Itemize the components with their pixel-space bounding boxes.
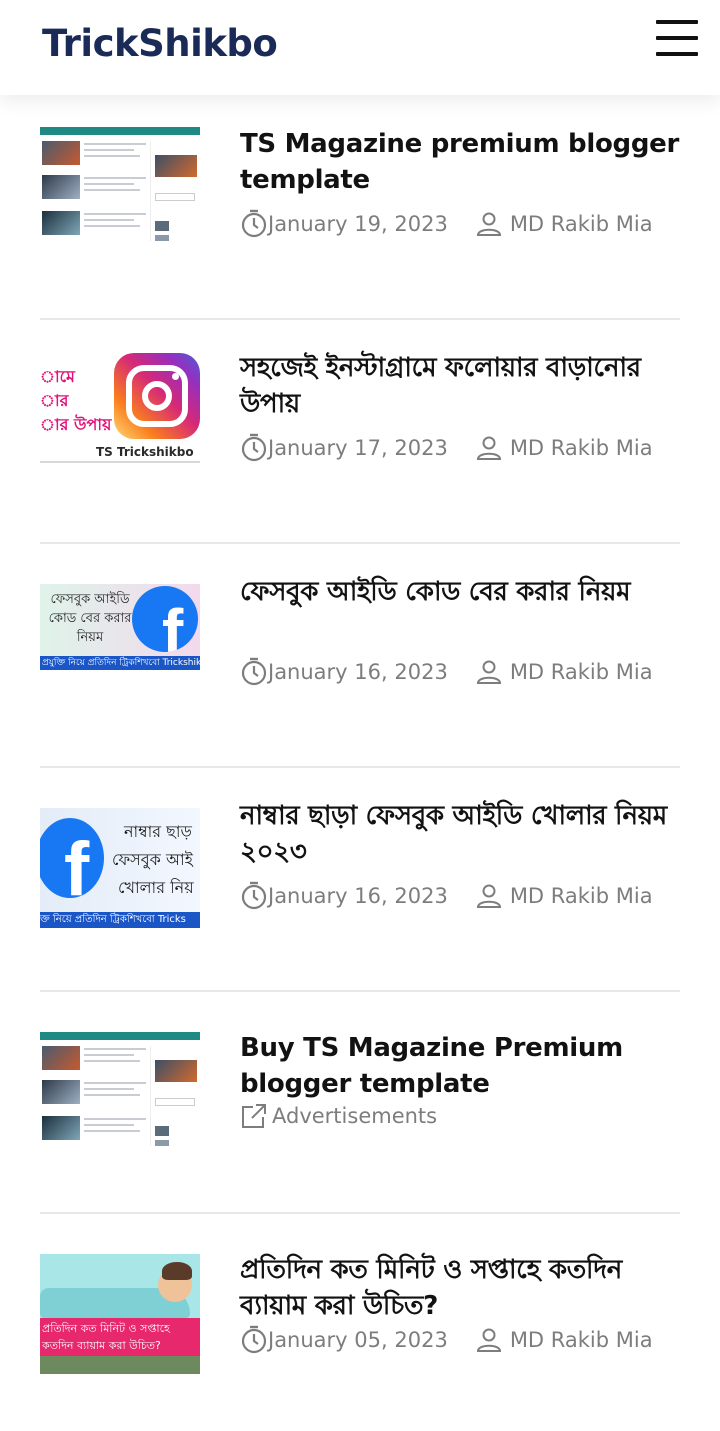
post-title[interactable]: নাম্বার ছাড়া ফেসবুক আইডি খোলার নিয়ম ২০… [240, 798, 680, 870]
instagram-logo [114, 353, 200, 439]
hamburger-menu-button[interactable] [652, 18, 702, 58]
post-meta: Advertisements [240, 1100, 437, 1132]
menu-line [656, 20, 698, 24]
post-thumbnail[interactable] [40, 1032, 200, 1148]
user-icon [476, 660, 501, 684]
post-thumbnail[interactable] [40, 127, 200, 245]
top-header: TrickShikbo [0, 0, 720, 95]
thumb-text: নাম্বার ছাড় [124, 822, 192, 841]
post-title[interactable]: Buy TS Magazine Premium blogger template [240, 1030, 680, 1102]
menu-line [656, 52, 698, 56]
post-thumbnail[interactable]: ফেসবুক আইডি কোড বের করার নিয়ম f প্রযুক্… [40, 584, 200, 670]
post-item[interactable]: Buy TS Magazine Premium blogger template… [40, 992, 680, 1214]
menu-line [656, 36, 698, 40]
post-date: January 16, 2023 [268, 660, 448, 684]
post-item[interactable]: প্রতিদিন কত মিনিট ও সপ্তাহে কতদিন ব্যায়… [40, 1214, 680, 1431]
post-thumbnail[interactable]: ামে ার ার উপায় TS Trickshikbo [40, 351, 200, 481]
post-thumbnail[interactable]: f নাম্বার ছাড় ফেসবুক আই খোলার নিয় ক্ত … [40, 808, 200, 928]
exercise-illustration [40, 1254, 200, 1374]
clock-icon [241, 433, 267, 462]
post-date: January 16, 2023 [268, 884, 448, 908]
post-title[interactable]: প্রতিদিন কত মিনিট ও সপ্তাহে কতদিন ব্যায়… [240, 1252, 680, 1324]
post-author[interactable]: MD Rakib Mia [510, 436, 653, 460]
clock-icon [241, 1325, 267, 1354]
post-author[interactable]: MD Rakib Mia [510, 884, 653, 908]
post-item[interactable]: ফেসবুক আইডি কোড বের করার নিয়ম f প্রযুক্… [40, 544, 680, 768]
thumb-text: কোড বের করার [48, 611, 132, 626]
blogger-template-screenshot [40, 1032, 200, 1148]
user-icon [476, 212, 501, 236]
post-date: January 17, 2023 [268, 436, 448, 460]
post-item[interactable]: f নাম্বার ছাড় ফেসবুক আই খোলার নিয় ক্ত … [40, 768, 680, 992]
thumb-text: ামে [40, 367, 75, 386]
post-title[interactable]: সহজেই ইনস্টাগ্রামে ফলোয়ার বাড়ানোর উপায… [240, 350, 680, 422]
post-meta: January 17, 2023 MD Rakib Mia [240, 432, 653, 464]
post-author[interactable]: MD Rakib Mia [510, 1328, 653, 1352]
thumb-text: নিয়ম [76, 630, 104, 645]
thumb-footer: TS Trickshikbo [96, 445, 194, 459]
facebook-logo: f [132, 586, 198, 652]
post-list: TS Magazine premium blogger template Jan… [40, 96, 680, 1431]
post-meta: January 16, 2023 MD Rakib Mia [240, 656, 653, 688]
clock-icon [241, 657, 267, 686]
post-date: January 19, 2023 [268, 212, 448, 236]
blogger-template-screenshot [40, 127, 200, 245]
site-logo[interactable]: TrickShikbo [42, 22, 278, 65]
thumb-text: কতদিন ব্যায়াম করা উচিত? [42, 1339, 161, 1352]
ad-label: Advertisements [272, 1104, 438, 1128]
user-icon [476, 884, 501, 908]
post-meta: January 16, 2023 MD Rakib Mia [240, 880, 653, 912]
facebook-logo: f [40, 818, 104, 898]
post-meta: January 19, 2023 MD Rakib Mia [240, 208, 653, 240]
external-link-icon [242, 1104, 266, 1128]
post-author[interactable]: MD Rakib Mia [510, 660, 653, 684]
post-title[interactable]: TS Magazine premium blogger template [240, 126, 680, 198]
post-item[interactable]: ামে ার ার উপায় TS Trickshikbo সহজেই ইনস… [40, 320, 680, 544]
thumb-text: প্রতিদিন কত মিনিট ও সপ্তাহে [42, 1322, 170, 1335]
thumb-text: ফেসবুক আইডি [50, 592, 130, 607]
thumb-footer: প্রযুক্তি নিয়ে প্রতিদিন ট্রিকশিখবো Tric… [40, 656, 200, 670]
post-thumbnail[interactable]: প্রতিদিন কত মিনিট ও সপ্তাহে কতদিন ব্যায়… [40, 1254, 200, 1374]
thumb-text: ার [40, 391, 69, 410]
post-meta: January 05, 2023 MD Rakib Mia [240, 1324, 653, 1356]
thumb-text: খোলার নিয় [118, 878, 194, 897]
post-author[interactable]: MD Rakib Mia [510, 212, 653, 236]
clock-icon [241, 209, 267, 238]
clock-icon [241, 881, 267, 910]
user-icon [476, 1328, 501, 1352]
thumb-footer: ক্ত নিয়ে প্রতিদিন ট্রিকশিখবো Tricks [40, 912, 200, 928]
thumb-text: ার উপায় [40, 415, 112, 434]
thumb-text: ফেসবুক আই [112, 850, 193, 869]
post-title[interactable]: ফেসবুক আইডি কোড বের করার নিয়ম [240, 574, 680, 610]
post-date: January 05, 2023 [268, 1328, 448, 1352]
user-icon [476, 436, 501, 460]
post-item[interactable]: TS Magazine premium blogger template Jan… [40, 96, 680, 320]
